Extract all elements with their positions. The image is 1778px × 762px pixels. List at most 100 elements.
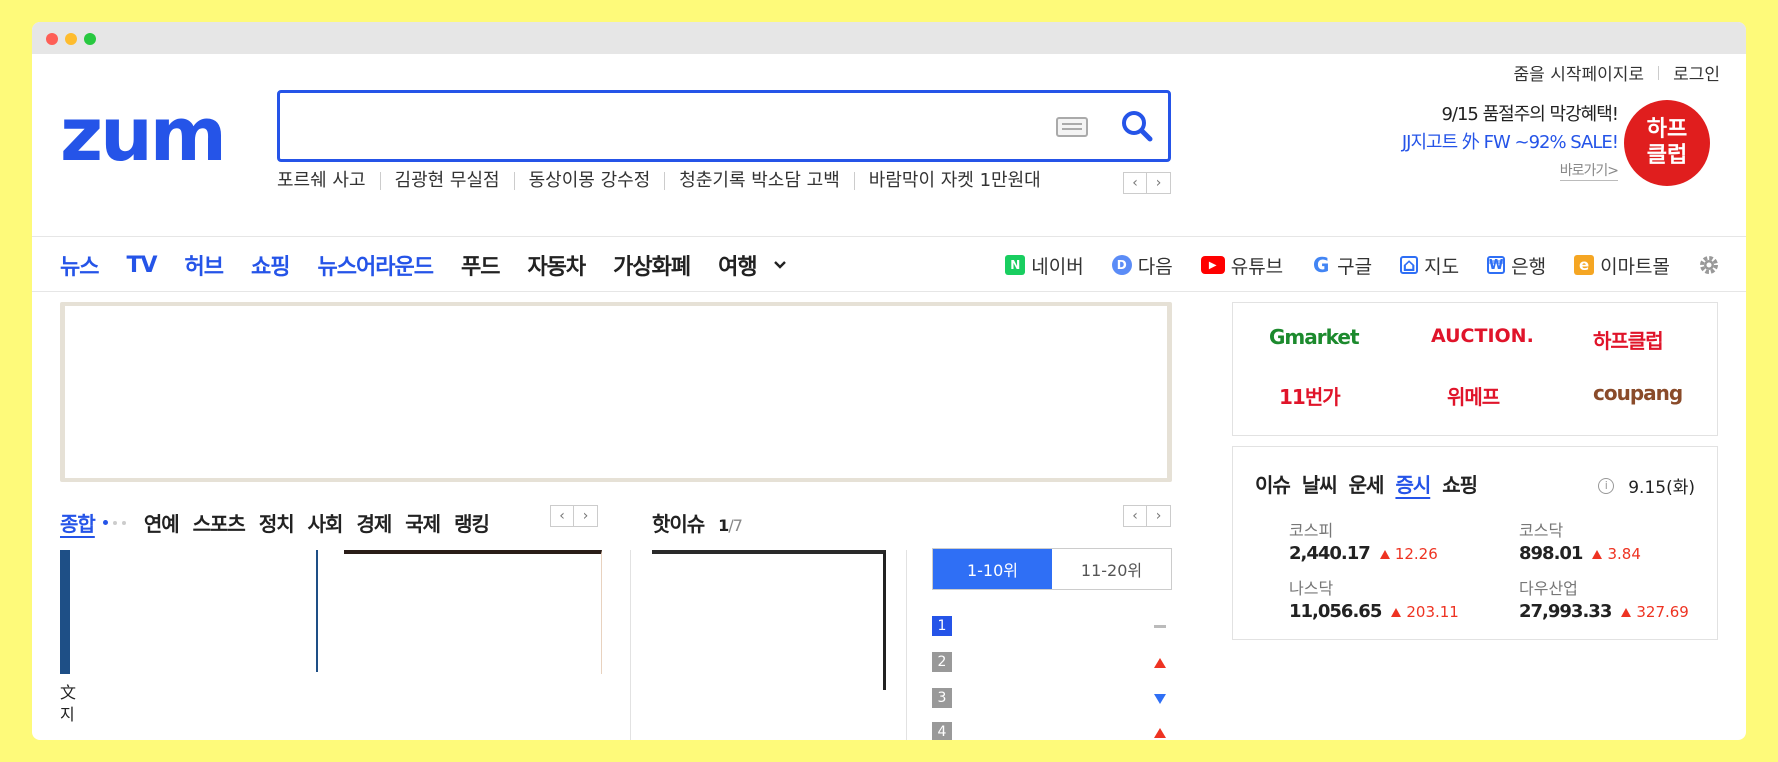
news-caption[interactable]: 文 지 xyxy=(60,682,76,726)
tab-rank-1-10[interactable]: 1-10위 xyxy=(933,549,1052,589)
ranking-row[interactable]: 2 xyxy=(932,652,1172,674)
trend-item[interactable]: 김광현 무실점 xyxy=(379,172,514,190)
index-value: 2,440.17 xyxy=(1289,543,1371,564)
shortcut-google[interactable]: G 구글 xyxy=(1311,252,1372,279)
next-arrow-icon[interactable]: › xyxy=(1147,505,1171,527)
close-window-button[interactable] xyxy=(46,33,58,45)
set-start-page-link[interactable]: 줌을 시작페이지로 xyxy=(1514,60,1645,85)
info-tabs: 이슈 날씨 운세 증시 쇼핑 xyxy=(1255,469,1478,498)
rank-same-icon xyxy=(1154,625,1166,628)
index-dow[interactable]: 다우산업 27,993.33 327.69 xyxy=(1519,575,1689,622)
gmarket-logo[interactable]: Gmarket xyxy=(1269,325,1360,349)
ad-link[interactable]: 바로가기> xyxy=(1559,160,1619,181)
news-thumbnail-edge xyxy=(316,550,318,672)
wemakeprice-logo[interactable]: 위메프 xyxy=(1447,381,1500,410)
divider xyxy=(906,550,907,740)
tab-entertainment[interactable]: 연예 xyxy=(144,508,180,537)
map-icon: ⌂ xyxy=(1400,255,1419,276)
tab-economy[interactable]: 경제 xyxy=(356,508,392,537)
halfclub-logo[interactable]: 하프클럽 xyxy=(1593,325,1664,354)
ad-banner[interactable]: 9/15 품절주의 막강혜택! JJ지고트 外 FW ~92% SALE! 바로… xyxy=(1402,100,1619,181)
11st-logo[interactable]: 11번가 xyxy=(1279,381,1341,410)
keyboard-icon[interactable] xyxy=(1056,117,1088,137)
tab-issue[interactable]: 이슈 xyxy=(1255,469,1291,498)
prev-arrow-icon[interactable]: ‹ xyxy=(1123,505,1147,527)
shortcut-naver[interactable]: N 네이버 xyxy=(1005,252,1084,279)
shortcut-daum[interactable]: D 다음 xyxy=(1111,252,1173,279)
nav-car[interactable]: 자동차 xyxy=(527,249,586,281)
tab-world[interactable]: 국제 xyxy=(405,508,441,537)
minimize-window-button[interactable] xyxy=(65,33,77,45)
titlebar xyxy=(32,22,1746,54)
shopping-logos: Gmarket AUCTION. 하프클럽 11번가 위메프 coupang xyxy=(1232,302,1718,436)
tab-rank-11-20[interactable]: 11-20위 xyxy=(1052,549,1171,589)
index-name: 코스닥 xyxy=(1519,521,1564,540)
tab-general[interactable]: 종합 xyxy=(60,508,96,537)
ranking-tabs: 1-10위 11-20위 xyxy=(932,548,1172,590)
tab-shopping[interactable]: 쇼핑 xyxy=(1442,469,1478,498)
hot-issue-thumbnail[interactable] xyxy=(652,550,886,690)
rank-number: 2 xyxy=(932,652,952,672)
nav-crypto[interactable]: 가상화폐 xyxy=(613,249,691,281)
ranking-row[interactable]: 4 xyxy=(932,722,1172,740)
nav-news[interactable]: 뉴스 xyxy=(60,249,99,281)
next-arrow-icon[interactable]: › xyxy=(1147,172,1171,194)
search-input[interactable] xyxy=(290,99,1030,153)
shortcut-label: 네이버 xyxy=(1031,255,1084,278)
halfclub-badge[interactable]: 하프 클럽 xyxy=(1624,100,1710,186)
chevron-down-icon[interactable] xyxy=(773,258,787,272)
login-link[interactable]: 로그인 xyxy=(1673,60,1720,85)
search-icon[interactable] xyxy=(1118,107,1156,145)
tab-sports[interactable]: 스포츠 xyxy=(193,508,246,537)
shortcut-bank[interactable]: ₩ 은행 xyxy=(1487,252,1546,279)
tab-politics[interactable]: 정치 xyxy=(259,508,295,537)
prev-arrow-icon[interactable]: ‹ xyxy=(550,505,574,527)
index-nasdaq[interactable]: 나스닥 11,056.65 203.11 xyxy=(1289,575,1459,622)
tab-fortune[interactable]: 운세 xyxy=(1349,469,1385,498)
nav-tv[interactable]: TV xyxy=(126,253,157,278)
trend-item[interactable]: 동상이몽 강수정 xyxy=(513,172,665,190)
news-thumbnail[interactable] xyxy=(344,550,602,674)
news-thumbnail[interactable] xyxy=(60,550,70,674)
index-name: 코스피 xyxy=(1289,521,1334,540)
shortcut-youtube[interactable]: ▶ 유튜브 xyxy=(1200,252,1283,279)
prev-arrow-icon[interactable]: ‹ xyxy=(1123,172,1147,194)
halfclub-badge-text: 하프 클럽 xyxy=(1646,117,1688,168)
trend-item[interactable]: 바람막이 자켓 1만원대 xyxy=(853,172,1055,190)
trend-item[interactable]: 포르쉐 사고 xyxy=(277,172,380,190)
auction-logo[interactable]: AUCTION. xyxy=(1431,325,1534,347)
next-arrow-icon[interactable]: › xyxy=(574,505,598,527)
main-nav: 뉴스 TV 허브 쇼핑 뉴스어라운드 푸드 자동차 가상화폐 여행 N 네이버 … xyxy=(32,236,1746,292)
tab-society[interactable]: 사회 xyxy=(308,508,344,537)
nav-news-around[interactable]: 뉴스어라운드 xyxy=(318,249,434,281)
nav-food[interactable]: 푸드 xyxy=(461,249,500,281)
maximize-window-button[interactable] xyxy=(84,33,96,45)
tab-weather[interactable]: 날씨 xyxy=(1302,469,1338,498)
divider xyxy=(630,550,631,740)
index-change: 3.84 xyxy=(1592,545,1640,563)
index-kospi[interactable]: 코스피 2,440.17 12.26 xyxy=(1289,517,1438,564)
google-icon: G xyxy=(1312,253,1330,277)
trending-keywords: 포르쉐 사고 김광현 무실점 동상이몽 강수정 청춘기록 박소담 고백 바람막이… xyxy=(277,172,1041,190)
main-banner[interactable] xyxy=(60,302,1172,482)
shortcut-emart[interactable]: e 이마트몰 xyxy=(1574,252,1670,279)
nav-travel[interactable]: 여행 xyxy=(718,249,757,281)
youtube-icon: ▶ xyxy=(1200,256,1225,274)
index-kosdaq[interactable]: 코스닥 898.01 3.84 xyxy=(1519,517,1641,564)
ranking-row[interactable]: 1 xyxy=(932,616,1172,638)
index-change: 203.11 xyxy=(1391,603,1459,621)
gear-icon[interactable] xyxy=(1698,254,1720,276)
zum-logo[interactable]: zum xyxy=(60,98,227,172)
shortcut-map[interactable]: ⌂ 지도 xyxy=(1400,252,1459,279)
nav-shopping[interactable]: 쇼핑 xyxy=(251,249,290,281)
info-icon[interactable]: i xyxy=(1598,477,1615,494)
nav-hub[interactable]: 허브 xyxy=(185,249,224,281)
hot-issue-header: 핫이슈 1/7 xyxy=(652,508,743,537)
trend-item[interactable]: 청춘기록 박소담 고백 xyxy=(664,172,853,190)
coupang-logo[interactable]: coupang xyxy=(1593,381,1683,405)
emart-icon: e xyxy=(1574,255,1595,275)
tab-ranking[interactable]: 랭킹 xyxy=(454,508,490,537)
tab-stocks[interactable]: 증시 xyxy=(1395,469,1431,498)
stock-date-area: i 9.15(화) xyxy=(1598,473,1695,498)
ranking-row[interactable]: 3 xyxy=(932,688,1172,710)
